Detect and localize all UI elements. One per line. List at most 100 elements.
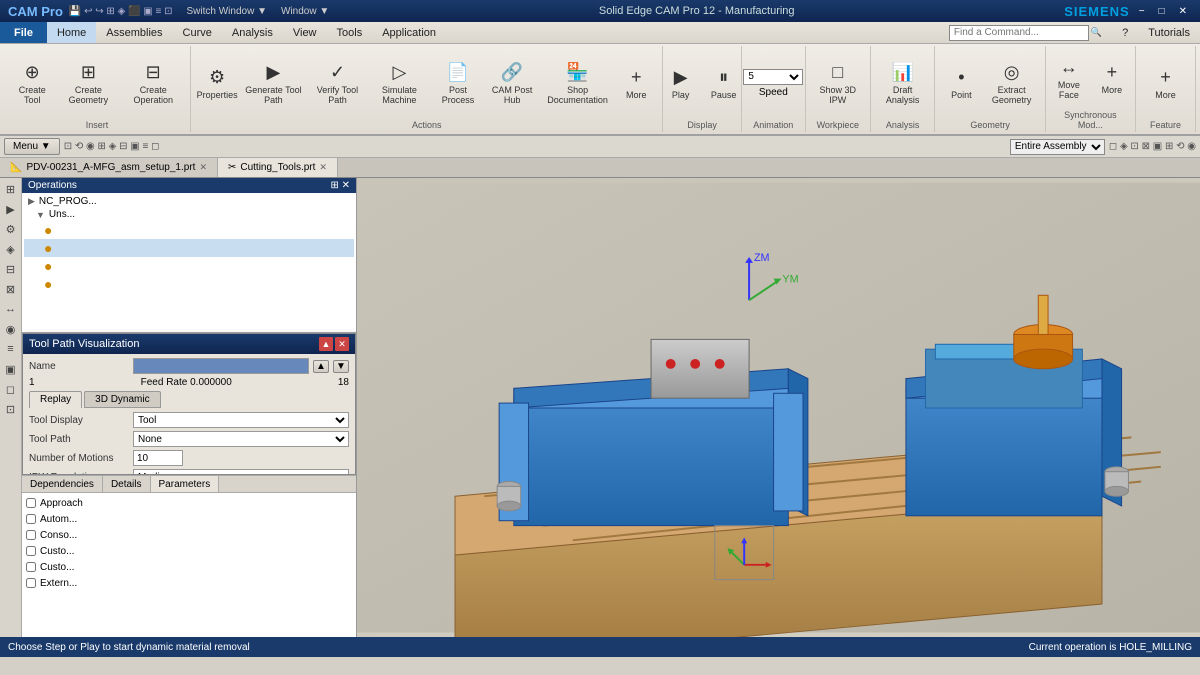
viewport[interactable]: ZM YM — [357, 178, 1200, 637]
sidebar-icon-3[interactable]: ⚙ — [2, 220, 20, 238]
ribbon-btn-show-3d-ipw[interactable]: □ Show 3D IPW — [812, 53, 864, 113]
more-sync-icon: + — [1107, 62, 1118, 83]
menu-curve[interactable]: Curve — [173, 22, 222, 43]
ribbon-btn-more-feature[interactable]: + More — [1146, 53, 1186, 113]
tpv-name-down-btn[interactable]: ▼ — [333, 360, 349, 373]
ribbon-btn-generate-tool-path[interactable]: ▶ Generate Tool Path — [240, 53, 307, 113]
tab-mfg-close[interactable]: ✕ — [199, 162, 207, 173]
search-box-container: 🔍 — [939, 22, 1112, 43]
sidebar-icon-12[interactable]: ⊡ — [2, 400, 20, 418]
ribbon-btn-play[interactable]: ▶ Play — [661, 53, 701, 113]
tab-cutting-tools-close[interactable]: ✕ — [319, 162, 327, 173]
verify-tool-path-icon: ✓ — [330, 62, 345, 83]
tpv-tool-path-select[interactable]: None — [133, 431, 349, 447]
help-btn[interactable]: ? — [1112, 22, 1138, 43]
ribbon-btn-create-geometry[interactable]: ⊞ Create Geometry — [57, 53, 119, 113]
ribbon-group-analysis: 📊 Draft Analysis Analysis — [871, 46, 935, 132]
menu-tools[interactable]: Tools — [327, 22, 373, 43]
menu-dropdown-btn[interactable]: Menu ▼ — [4, 138, 60, 155]
op1-icon: ● — [44, 222, 52, 238]
ribbon-btn-cam-post-hub[interactable]: 🔗 CAM Post Hub — [485, 53, 539, 113]
ribbon-btn-more-actions[interactable]: + More — [616, 53, 656, 113]
ribbon-btn-more-sync[interactable]: + More — [1092, 48, 1132, 108]
tree-item-uns[interactable]: ▼ Uns... — [24, 208, 354, 221]
tab-mfg-setup[interactable]: 📐 PDV-00231_A-MFG_asm_setup_1.prt ✕ — [0, 158, 218, 177]
tpv-title-bar: Tool Path Visualization ▲ ✕ — [23, 334, 355, 354]
ribbon-btn-simulate-machine[interactable]: ▷ Simulate Machine — [368, 53, 430, 113]
main-layout: ⊞ ▶ ⚙ ◈ ⊟ ⊠ ↔ ◉ ≡ ▣ ◻ ⊡ Operations ⊞ ✕ ▶… — [0, 178, 1200, 637]
menu-home[interactable]: Home — [47, 22, 96, 43]
assembly-dropdown[interactable]: Entire Assembly — [1010, 139, 1105, 155]
param-conso-checkbox[interactable] — [26, 530, 36, 540]
tpv-up-btn[interactable]: ▲ — [319, 337, 333, 351]
sidebar-icon-4[interactable]: ◈ — [2, 240, 20, 258]
tpv-name-up-btn[interactable]: ▲ — [313, 360, 329, 373]
param-extern-checkbox[interactable] — [26, 578, 36, 588]
bottom-tab-parameters[interactable]: Parameters — [151, 476, 220, 492]
ribbon-btn-properties[interactable]: ⚙ Properties — [197, 53, 237, 113]
op2-icon: ● — [44, 240, 52, 256]
tree-item-op1[interactable]: ● — [24, 221, 354, 239]
sidebar-icon-11[interactable]: ◻ — [2, 380, 20, 398]
tree-item-op3[interactable]: ● — [24, 257, 354, 275]
tree-item-ncprog[interactable]: ▶ NC_PROG... — [24, 195, 354, 208]
menu-view[interactable]: View — [283, 22, 327, 43]
param-autom-checkbox[interactable] — [26, 514, 36, 524]
tpv-tool-display-row: Tool Display ToolNone — [29, 412, 349, 428]
tpv-close-btn[interactable]: ✕ — [335, 337, 349, 351]
tpv-title-label: Tool Path Visualization — [29, 338, 139, 350]
more-actions-icon: + — [631, 67, 642, 88]
ribbon-btn-verify-tool-path[interactable]: ✓ Verify Tool Path — [310, 53, 366, 113]
switch-window-btn[interactable]: Switch Window ▼ — [187, 6, 267, 17]
bottom-tab-dependencies[interactable]: Dependencies — [22, 476, 103, 492]
sidebar-icon-9[interactable]: ≡ — [2, 340, 20, 358]
tutorials-btn[interactable]: Tutorials — [1138, 22, 1200, 43]
param-item-extern: Extern... — [26, 575, 352, 591]
tpv-tool-path-row: Tool Path None — [29, 431, 349, 447]
tpv-ipw-res-select[interactable]: MediumLowHigh — [133, 469, 349, 474]
tpv-name-row: Name ▲ ▼ — [29, 358, 349, 374]
tpv-num-motions-input[interactable] — [133, 450, 183, 466]
ribbon-btn-point[interactable]: • Point — [941, 53, 981, 113]
ribbon-btn-pause[interactable]: ⏸ Pause — [704, 53, 744, 113]
menu-application[interactable]: Application — [372, 22, 446, 43]
window-btn[interactable]: Window ▼ — [281, 6, 329, 17]
tpv-tab-3d-dynamic[interactable]: 3D Dynamic — [84, 391, 160, 408]
param-approach-checkbox[interactable] — [26, 498, 36, 508]
sidebar-icon-5[interactable]: ⊟ — [2, 260, 20, 278]
tpv-name-input[interactable] — [133, 358, 309, 374]
ribbon-btn-move-face[interactable]: ↔ Move Face — [1049, 48, 1089, 108]
sidebar-icon-6[interactable]: ⊠ — [2, 280, 20, 298]
ribbon-btn-extract-geometry[interactable]: ◎ Extract Geometry — [984, 53, 1038, 113]
title-bar: CAM Pro 💾 ↩ ↪ ⊞ ◈ ⬛ ▣ ≡ ⊡ Switch Window … — [0, 0, 1200, 22]
menu-file[interactable]: File — [0, 22, 47, 43]
sidebar-icon-2[interactable]: ▶ — [2, 200, 20, 218]
param-custo2-checkbox[interactable] — [26, 562, 36, 572]
maximize-button[interactable]: □ — [1154, 4, 1170, 19]
ribbon-btn-create-operation[interactable]: ⊟ Create Operation — [122, 53, 184, 113]
sidebar-icon-1[interactable]: ⊞ — [2, 180, 20, 198]
param-custo1-checkbox[interactable] — [26, 546, 36, 556]
ribbon-btn-shop-documentation[interactable]: 🏪 Shop Documentation — [542, 53, 613, 113]
sidebar-icon-10[interactable]: ▣ — [2, 360, 20, 378]
param-approach-label: Approach — [40, 498, 83, 509]
tree-item-op2[interactable]: ● — [24, 239, 354, 257]
speed-dropdown[interactable]: 5110 — [743, 69, 803, 85]
ribbon-btn-draft-analysis[interactable]: 📊 Draft Analysis — [877, 53, 928, 113]
tree-item-op4[interactable]: ● — [24, 275, 354, 293]
param-custo1-label: Custo... — [40, 546, 74, 557]
ribbon-btn-create-tool[interactable]: ⊕ Create Tool — [10, 53, 54, 113]
ribbon-btn-post-process[interactable]: 📄 Post Process — [434, 53, 483, 113]
menu-analysis[interactable]: Analysis — [222, 22, 283, 43]
tpv-tab-replay[interactable]: Replay — [29, 391, 82, 408]
close-button[interactable]: ✕ — [1174, 4, 1192, 19]
bottom-tab-details[interactable]: Details — [103, 476, 151, 492]
minimize-button[interactable]: − — [1134, 4, 1150, 19]
sidebar-icon-7[interactable]: ↔ — [2, 300, 20, 318]
shop-documentation-icon: 🏪 — [566, 62, 588, 83]
sidebar-icon-8[interactable]: ◉ — [2, 320, 20, 338]
tpv-tool-display-select[interactable]: ToolNone — [133, 412, 349, 428]
menu-assemblies[interactable]: Assemblies — [96, 22, 172, 43]
tab-cutting-tools[interactable]: ✂ Cutting_Tools.prt ✕ — [218, 158, 338, 177]
search-input[interactable] — [949, 25, 1089, 41]
